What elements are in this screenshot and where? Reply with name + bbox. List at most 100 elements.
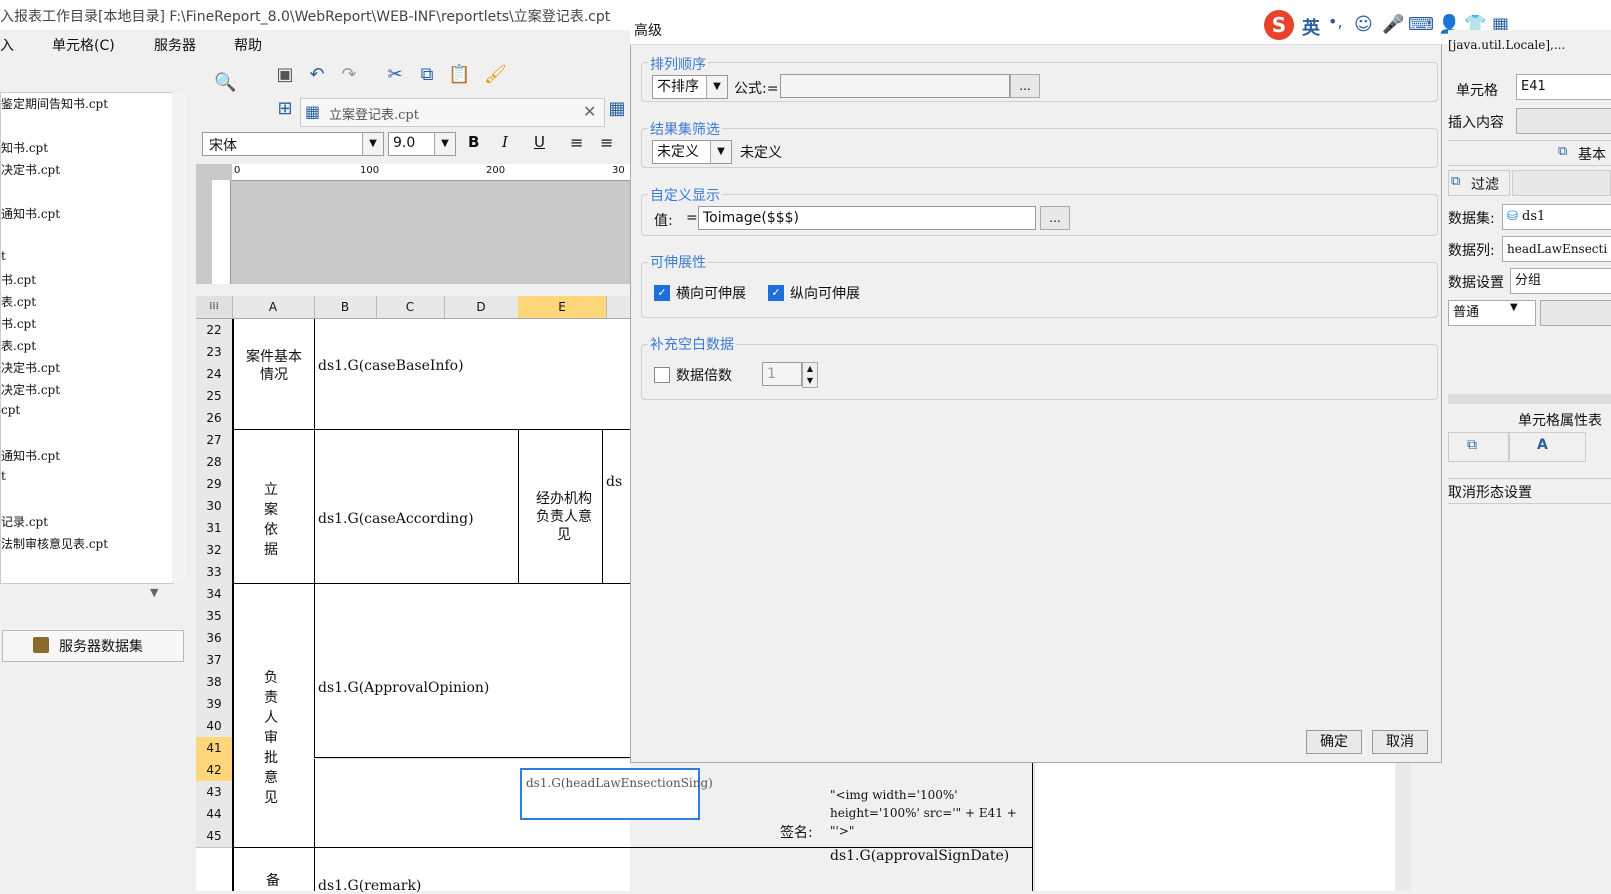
mode-select[interactable]: 普通 <box>1448 300 1536 326</box>
data-multiple-input[interactable]: 1 <box>762 362 802 386</box>
cell-b34[interactable]: ds1.G(ApprovalOpinion) <box>318 680 489 696</box>
save-icon[interactable]: ▣ <box>274 64 296 86</box>
cell-name-input[interactable]: E41 <box>1516 74 1611 100</box>
row-header[interactable]: 31 <box>196 517 233 540</box>
row-header[interactable]: 23 <box>196 341 233 364</box>
row-header[interactable]: 41 <box>196 737 233 760</box>
row-header[interactable]: 29 <box>196 473 233 496</box>
cell-f43[interactable]: 签名: <box>780 822 813 842</box>
ok-button[interactable]: 确定 <box>1306 730 1362 754</box>
column-header-a[interactable]: A <box>232 296 315 318</box>
list-item[interactable]: 表.cpt <box>1 293 36 310</box>
insert-content-field[interactable] <box>1516 108 1611 134</box>
list-item[interactable]: 鉴定期间告知书.cpt <box>1 95 108 112</box>
format-brush-icon[interactable]: 🖌 <box>484 64 507 86</box>
microphone-icon[interactable]: 🎤 <box>1382 14 1404 35</box>
panel-divider[interactable] <box>1448 394 1611 404</box>
row-header[interactable]: 26 <box>196 407 233 430</box>
filter-tab[interactable]: ⧉ 过滤 <box>1448 170 1510 196</box>
cell-e27[interactable]: 经办机构负责人意见 <box>534 490 594 544</box>
list-item[interactable]: 知书.cpt <box>1 139 48 156</box>
list-item[interactable]: 书.cpt <box>1 271 36 288</box>
cell-g41[interactable]: "<img width='100%' height='100%' src='" … <box>830 786 1030 840</box>
sogou-logo-icon[interactable]: S <box>1264 10 1294 40</box>
menu-server[interactable]: 服务器 <box>154 35 196 55</box>
custom-display-input[interactable]: Toimage($$$) <box>698 206 1036 230</box>
sort-select[interactable]: 不排序 ▼ <box>652 75 728 99</box>
chevron-down-icon[interactable]: ▼ <box>434 133 455 155</box>
column-header-d[interactable]: D <box>444 296 519 318</box>
chevron-down-icon[interactable]: ▼ <box>150 586 158 599</box>
chevron-down-icon[interactable]: ▼ <box>706 76 727 98</box>
row-header[interactable]: 30 <box>196 495 233 518</box>
copy-icon[interactable]: ⧉ <box>416 64 438 86</box>
data-multiple-checkbox[interactable] <box>654 367 670 383</box>
cancel-form-setting[interactable]: 取消形态设置 <box>1448 478 1611 504</box>
row-header[interactable]: 45 <box>196 825 233 848</box>
menu-cell[interactable]: 单元格(C) <box>52 35 115 55</box>
font-style-tab[interactable]: A <box>1508 432 1586 462</box>
preview-icon[interactable]: 🔍 <box>214 72 236 94</box>
paste-icon[interactable]: 📋 <box>448 64 470 86</box>
mode-extra-field[interactable] <box>1540 300 1611 326</box>
report-icon[interactable]: ▦ <box>606 98 628 120</box>
close-icon[interactable]: ✕ <box>583 102 596 121</box>
cell-a23[interactable]: 案件基本情况 <box>244 348 304 384</box>
custom-display-edit-button[interactable]: ... <box>1040 206 1070 230</box>
list-item[interactable]: 决定书.cpt <box>1 359 60 376</box>
row-header[interactable]: 44 <box>196 803 233 826</box>
filter-select[interactable]: 未定义 ▼ <box>652 140 732 164</box>
list-item[interactable]: 决定书.cpt <box>1 161 60 178</box>
row-header[interactable]: 24 <box>196 363 233 386</box>
row-header[interactable]: 37 <box>196 649 233 672</box>
row-header[interactable]: 43 <box>196 781 233 804</box>
align-center-icon[interactable]: ≡ <box>600 133 613 152</box>
list-item[interactable]: 通知书.cpt <box>1 447 60 464</box>
row-header[interactable]: 36 <box>196 627 233 650</box>
list-item[interactable]: 通知书.cpt <box>1 205 60 222</box>
tab-report[interactable]: ▦ 立案登记表.cpt ✕ <box>300 98 605 127</box>
ime-punct[interactable]: •, <box>1328 12 1343 31</box>
spreadsheet-empty-area[interactable] <box>1034 760 1395 891</box>
filter-tab-extra[interactable] <box>1512 170 1611 196</box>
list-item[interactable]: 书.cpt <box>1 315 36 332</box>
list-item[interactable]: t <box>1 249 6 263</box>
column-header-c[interactable]: C <box>376 296 445 318</box>
column-header-b[interactable]: B <box>314 296 377 318</box>
sheet-scrollbar[interactable] <box>1396 760 1410 891</box>
italic-button[interactable]: I <box>502 133 508 151</box>
cell-f27[interactable]: ds <box>606 474 622 490</box>
horizontal-expand-checkbox[interactable]: ✓ <box>654 285 670 301</box>
menu-insert[interactable]: 入 <box>0 35 14 55</box>
row-header[interactable]: 32 <box>196 539 233 562</box>
list-item[interactable]: 表.cpt <box>1 337 36 354</box>
cancel-button[interactable]: 取消 <box>1372 730 1428 754</box>
list-item[interactable]: 记录.cpt <box>1 513 48 530</box>
underline-button[interactable]: U <box>534 133 545 151</box>
row-header[interactable]: 34 <box>196 583 233 606</box>
cell-a45[interactable]: 备 <box>266 870 280 890</box>
chevron-down-icon[interactable]: ▼ <box>1510 302 1518 313</box>
cell-g44[interactable]: ds1.G(approvalSignDate) <box>830 848 1009 864</box>
row-header[interactable]: 28 <box>196 451 233 474</box>
row-header[interactable]: 33 <box>196 561 233 584</box>
row-header[interactable]: 35 <box>196 605 233 628</box>
server-dataset-button[interactable]: 服务器数据集 <box>2 630 184 662</box>
cell-style-tab[interactable]: ⧉ <box>1448 432 1510 462</box>
redo-icon[interactable]: ↷ <box>338 64 360 86</box>
row-header[interactable]: 22 <box>196 319 233 342</box>
sort-formula-input[interactable] <box>780 74 1010 98</box>
dataset-field[interactable]: ⛁ ds1 <box>1502 204 1611 230</box>
row-header[interactable]: 38 <box>196 671 233 694</box>
ime-language[interactable]: 英 <box>1302 14 1320 40</box>
chevron-down-icon[interactable]: ▼ <box>710 141 731 163</box>
vertical-expand-checkbox[interactable]: ✓ <box>768 285 784 301</box>
file-tree-scrollbar[interactable] <box>172 92 186 582</box>
list-item[interactable]: t <box>1 469 6 483</box>
emoji-icon[interactable]: ☺ <box>1354 14 1373 35</box>
sort-formula-edit-button[interactable]: ... <box>1010 74 1040 98</box>
undo-icon[interactable]: ↶ <box>306 64 328 86</box>
row-header[interactable]: 42 <box>196 759 233 782</box>
font-family-select[interactable]: 宋体 ▼ <box>202 132 384 156</box>
cell-a34[interactable]: 负责人审批意见 <box>264 668 284 808</box>
